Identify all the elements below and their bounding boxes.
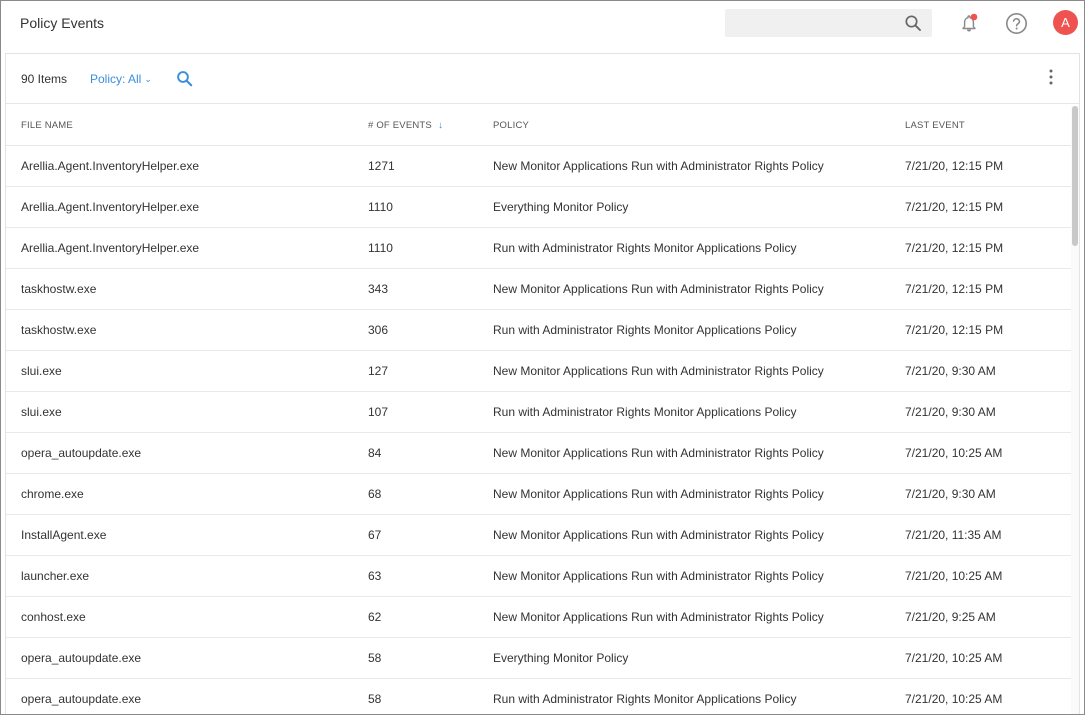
events-table: FILE NAME # OF EVENTS ↓ POLICY LAST EVENT… (6, 105, 1071, 714)
file-name-cell: opera_autoupdate.exe (21, 446, 142, 460)
last-event-cell: 7/21/20, 9:30 AM (905, 405, 996, 419)
event-count-cell: 107 (368, 405, 389, 419)
global-search[interactable] (725, 9, 932, 37)
table-row[interactable]: opera_autoupdate.exe 84 New Monitor Applic… (6, 433, 1071, 474)
event-count-cell: 1110 (368, 200, 393, 214)
policy-cell: Everything Monitor Policy (493, 651, 629, 665)
table-row[interactable]: opera_autoupdate.exe 58 Run with Administr… (6, 679, 1071, 714)
policy-cell: New Monitor Applications Run with Admini… (493, 282, 824, 296)
scrollbar-thumb[interactable] (1072, 106, 1078, 246)
policy-cell: Run with Administrator Rights Monitor Ap… (493, 405, 797, 419)
page-title: Policy Events (20, 15, 105, 31)
last-event-cell: 7/21/20, 9:30 AM (905, 487, 996, 501)
table-row[interactable]: taskhostw.exe 306 Run with Administrator R… (6, 310, 1071, 351)
last-event-cell: 7/21/20, 10:25 AM (905, 569, 1003, 583)
column-header-events-label: # OF EVENTS (368, 120, 432, 131)
event-count-cell: 343 (368, 282, 389, 296)
file-name-cell: taskhostw.exe (21, 282, 97, 296)
file-name-cell: Arellia.Agent.InventoryHelper.exe (21, 200, 200, 214)
policy-cell: New Monitor Applications Run with Admini… (493, 487, 824, 501)
top-bar: Policy Events A (1, 1, 1084, 45)
last-event-cell: 7/21/20, 9:30 AM (905, 364, 996, 378)
event-count-cell: 62 (368, 610, 382, 624)
file-name-cell: slui.exe (21, 364, 62, 378)
policy-cell: New Monitor Applications Run with Admini… (493, 610, 824, 624)
item-count: 90 Items (21, 72, 68, 86)
search-icon[interactable] (176, 70, 193, 87)
last-event-cell: 7/21/20, 10:25 AM (905, 651, 1003, 665)
table-row[interactable]: taskhostw.exe 343 New Monitor Applications… (6, 269, 1071, 310)
last-event-cell: 7/21/20, 12:15 PM (905, 200, 1004, 214)
table-row[interactable]: conhost.exe 62 New Monitor Applications Ru… (6, 597, 1071, 638)
more-options-icon[interactable] (1046, 68, 1056, 86)
policy-cell: Everything Monitor Policy (493, 200, 629, 214)
events-panel: 90 Items Policy: All ⌄ FILE NAME # OF EVE… (5, 53, 1080, 714)
file-name-cell: taskhostw.exe (21, 323, 97, 337)
policy-filter-label: Policy: All (90, 72, 142, 86)
event-count-cell: 1271 (368, 159, 395, 173)
file-name-cell: opera_autoupdate.exe (21, 692, 142, 706)
last-event-cell: 7/21/20, 12:15 PM (905, 241, 1004, 255)
scrollbar[interactable] (1071, 106, 1079, 714)
column-header-last-event[interactable]: LAST EVENT (905, 120, 965, 131)
table-row[interactable]: Arellia.Agent.InventoryHelper.exe 1271 New… (6, 146, 1071, 187)
table-row[interactable]: chrome.exe 68 New Monitor Applications Run… (6, 474, 1071, 515)
table-row[interactable]: launcher.exe 63 New Monitor Applications R… (6, 556, 1071, 597)
table-body: Arellia.Agent.InventoryHelper.exe 1271 New… (6, 146, 1071, 714)
help-icon[interactable] (1005, 12, 1028, 35)
last-event-cell: 7/21/20, 12:15 PM (905, 159, 1004, 173)
event-count-cell: 127 (368, 364, 389, 378)
file-name-cell: opera_autoupdate.exe (21, 651, 142, 665)
event-count-cell: 84 (368, 446, 382, 460)
table-row[interactable]: InstallAgent.exe 67 New Monitor Applicatio… (6, 515, 1071, 556)
table-row[interactable]: slui.exe 107 Run with Administrator Rights… (6, 392, 1071, 433)
event-count-cell: 306 (368, 323, 389, 337)
column-header-events[interactable]: # OF EVENTS ↓ (368, 120, 443, 131)
sort-descending-icon: ↓ (437, 120, 444, 131)
event-count-cell: 68 (368, 487, 382, 501)
table-header: FILE NAME # OF EVENTS ↓ POLICY LAST EVENT (6, 105, 1071, 146)
search-icon[interactable] (904, 14, 922, 32)
policy-cell: New Monitor Applications Run with Admini… (493, 364, 824, 378)
app-window: Policy Events A 90 Items Policy: All ⌄ F… (0, 0, 1085, 715)
file-name-cell: chrome.exe (21, 487, 84, 501)
file-name-cell: Arellia.Agent.InventoryHelper.exe (21, 159, 200, 173)
policy-cell: Run with Administrator Rights Monitor Ap… (493, 692, 797, 706)
policy-cell: Run with Administrator Rights Monitor Ap… (493, 241, 797, 255)
last-event-cell: 7/21/20, 11:35 AM (905, 528, 1002, 542)
last-event-cell: 7/21/20, 10:25 AM (905, 692, 1003, 706)
policy-filter-dropdown[interactable]: Policy: All ⌄ (90, 72, 152, 86)
table-row[interactable]: opera_autoupdate.exe 58 Everything Monitor… (6, 638, 1071, 679)
user-avatar[interactable]: A (1053, 10, 1078, 35)
file-name-cell: slui.exe (21, 405, 62, 419)
column-header-file-name[interactable]: FILE NAME (21, 120, 73, 131)
event-count-cell: 58 (368, 692, 382, 706)
event-count-cell: 63 (368, 569, 382, 583)
notification-dot (970, 13, 978, 21)
file-name-cell: launcher.exe (21, 569, 90, 583)
policy-cell: New Monitor Applications Run with Admini… (493, 528, 824, 542)
search-input[interactable] (725, 9, 895, 37)
file-name-cell: Arellia.Agent.InventoryHelper.exe (21, 241, 200, 255)
table-row[interactable]: Arellia.Agent.InventoryHelper.exe 1110 Eve… (6, 187, 1071, 228)
table-row[interactable]: Arellia.Agent.InventoryHelper.exe 1110 Run… (6, 228, 1071, 269)
file-name-cell: conhost.exe (21, 610, 86, 624)
policy-cell: New Monitor Applications Run with Admini… (493, 569, 824, 583)
last-event-cell: 7/21/20, 10:25 AM (905, 446, 1003, 460)
table-row[interactable]: slui.exe 127 New Monitor Applications Run … (6, 351, 1071, 392)
event-count-cell: 67 (368, 528, 382, 542)
last-event-cell: 7/21/20, 12:15 PM (905, 282, 1004, 296)
event-count-cell: 1110 (368, 241, 393, 255)
column-header-policy[interactable]: POLICY (493, 120, 529, 131)
last-event-cell: 7/21/20, 12:15 PM (905, 323, 1004, 337)
chevron-down-icon: ⌄ (144, 74, 152, 84)
file-name-cell: InstallAgent.exe (21, 528, 107, 542)
list-toolbar: 90 Items Policy: All ⌄ (6, 54, 1079, 104)
policy-cell: New Monitor Applications Run with Admini… (493, 446, 824, 460)
notification-bell-icon[interactable] (958, 12, 980, 34)
event-count-cell: 58 (368, 651, 382, 665)
policy-cell: Run with Administrator Rights Monitor Ap… (493, 323, 797, 337)
last-event-cell: 7/21/20, 9:25 AM (905, 610, 996, 624)
policy-cell: New Monitor Applications Run with Admini… (493, 159, 824, 173)
